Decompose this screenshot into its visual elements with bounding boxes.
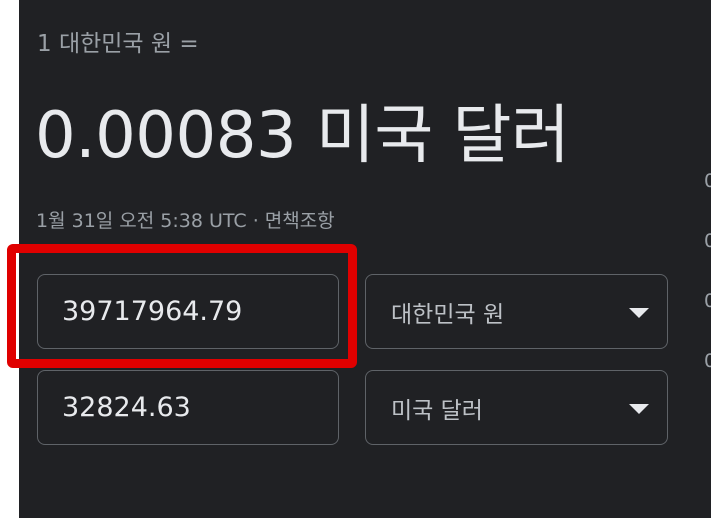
caret-down-icon [629,308,649,318]
timestamp-text: 1월 31일 오전 5:38 UTC [36,210,247,232]
from-amount-input[interactable] [62,296,322,327]
from-currency-select[interactable]: 대한민국 원 [365,274,668,349]
from-currency-label: 대한민국 원 [391,301,505,328]
to-currency-label: 미국 달러 [391,397,483,424]
chart-edge-label: 0 [704,290,711,312]
from-amount-field[interactable] [37,274,339,349]
currency-converter-panel: 1 대한민국 원 = 0.00083 미국 달러 1월 31일 오전 5:38 … [19,0,711,518]
to-amount-input[interactable] [62,392,322,423]
chart-edge-label: 0 [704,170,711,192]
rate-timestamp: 1월 31일 오전 5:38 UTC · 면책조항 [36,206,335,233]
disclaimer-link[interactable]: 면책조항 [265,210,335,232]
to-currency-select[interactable]: 미국 달러 [365,370,668,445]
base-rate-label: 1 대한민국 원 = [37,31,199,57]
separator: · [252,210,259,232]
to-amount-field[interactable] [37,370,339,445]
conversion-result: 0.00083 미국 달러 [35,99,570,173]
chart-edge-label: 0 [704,230,711,252]
chart-edge-label: 0 [704,350,711,372]
caret-down-icon [629,404,649,414]
